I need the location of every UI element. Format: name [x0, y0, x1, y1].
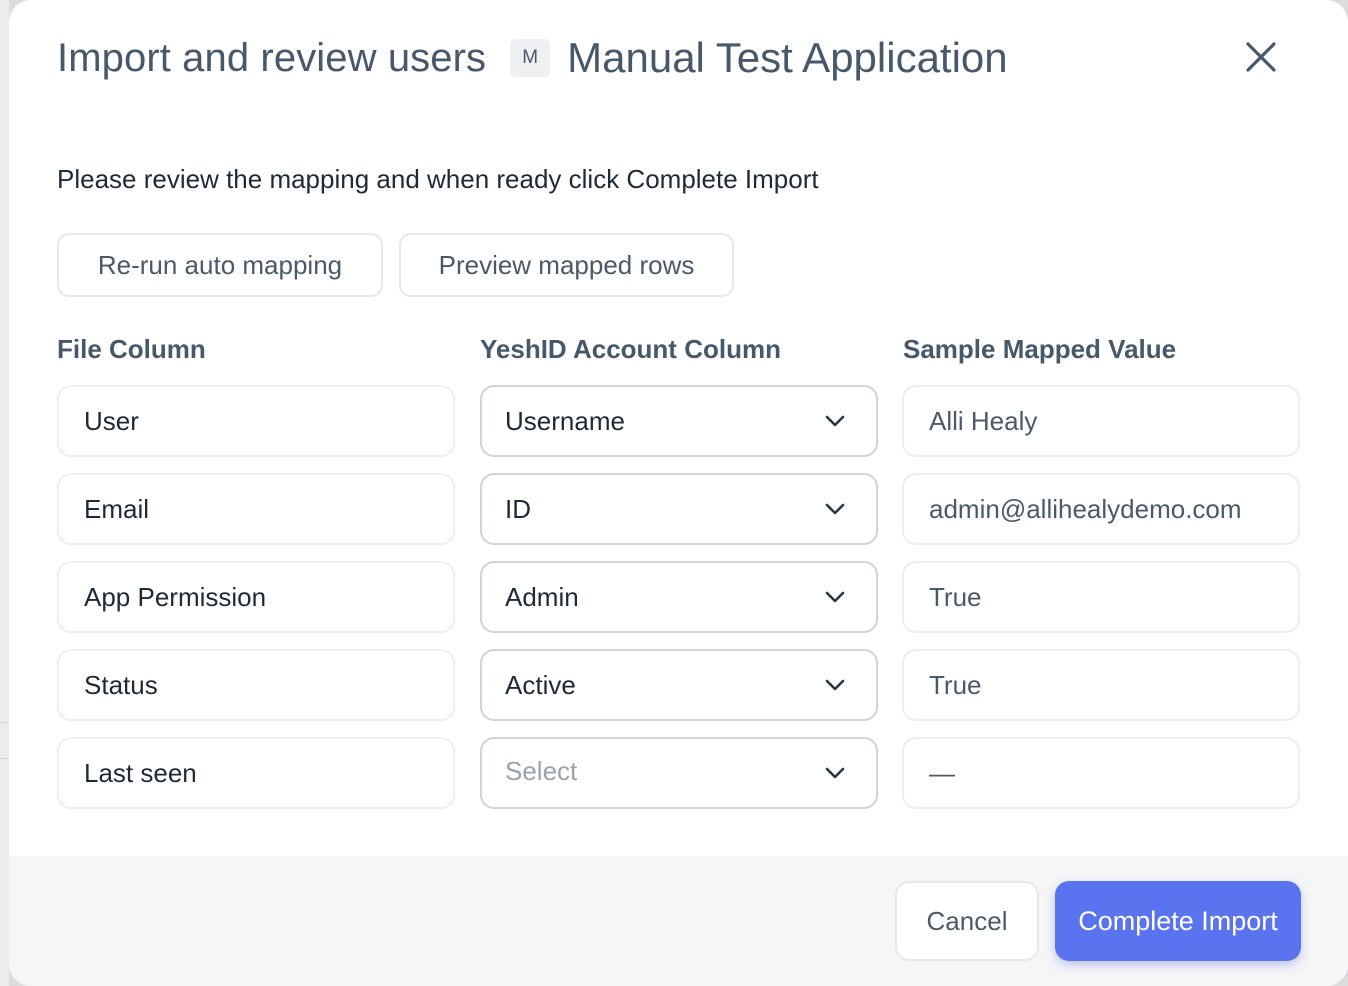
file-column-cell: Last seen: [57, 737, 455, 809]
account-column-select[interactable]: Username: [480, 385, 878, 457]
chevron-down-icon: [825, 591, 845, 603]
sample-value-cell: Alli Healy: [902, 385, 1300, 457]
sample-value: True: [929, 581, 982, 612]
sample-value-header: Sample Mapped Value: [903, 334, 1177, 364]
account-column-selected: Admin: [505, 581, 579, 612]
import-review-modal: Import and review users M Manual Test Ap…: [9, 0, 1348, 986]
account-column-placeholder: Select: [505, 756, 578, 786]
sample-value-cell: True: [902, 561, 1300, 633]
sample-value-cell: admin@allihealydemo.com: [902, 473, 1300, 545]
file-column-value: User: [84, 405, 139, 436]
file-column-cell: Email: [57, 473, 455, 545]
file-column-cell: Status: [57, 649, 455, 721]
app-badge: M: [510, 39, 551, 77]
file-column-value: App Permission: [84, 581, 267, 612]
account-column-select[interactable]: Active: [480, 649, 878, 721]
preview-mapped-rows-button[interactable]: Preview mapped rows: [399, 233, 734, 297]
instructions-text: Please review the mapping and when ready…: [57, 164, 819, 194]
app-name: Manual Test Application: [567, 34, 1008, 81]
account-column-header: YeshID Account Column: [480, 334, 781, 364]
sample-value: True: [929, 669, 982, 700]
chevron-down-icon: [825, 503, 845, 515]
account-column-selected: ID: [505, 493, 531, 524]
close-button[interactable]: [1239, 38, 1283, 76]
cancel-button[interactable]: Cancel: [895, 881, 1039, 961]
sample-value-cell: True: [902, 649, 1300, 721]
account-column-select[interactable]: ID: [480, 473, 878, 545]
chevron-down-icon: [825, 415, 845, 427]
background-divider: [0, 722, 9, 723]
file-column-value: Email: [84, 493, 150, 524]
modal-title: Import and review users: [57, 35, 487, 80]
background-divider: [0, 758, 9, 759]
modal-header: Import and review users M Manual Test Ap…: [57, 30, 1008, 86]
background-page: [0, 0, 9, 986]
close-icon: [1246, 42, 1276, 72]
rerun-auto-mapping-button[interactable]: Re-run auto mapping: [57, 233, 383, 297]
account-column-select[interactable]: Admin: [480, 561, 878, 633]
sample-value-cell: —: [902, 737, 1300, 809]
sample-value: Alli Healy: [929, 405, 1038, 436]
file-column-cell: User: [57, 385, 455, 457]
account-column-selected: Active: [505, 669, 576, 700]
chevron-down-icon: [825, 767, 845, 779]
file-column-value: Last seen: [84, 757, 197, 788]
sample-value: admin@allihealydemo.com: [929, 493, 1242, 524]
complete-import-button[interactable]: Complete Import: [1055, 881, 1301, 961]
file-column-header: File Column: [57, 334, 206, 364]
account-column-selected: Username: [505, 405, 625, 436]
chevron-down-icon: [825, 679, 845, 691]
file-column-cell: App Permission: [57, 561, 455, 633]
account-column-select[interactable]: Select: [480, 737, 878, 809]
sample-value: —: [929, 757, 955, 788]
file-column-value: Status: [84, 669, 158, 700]
